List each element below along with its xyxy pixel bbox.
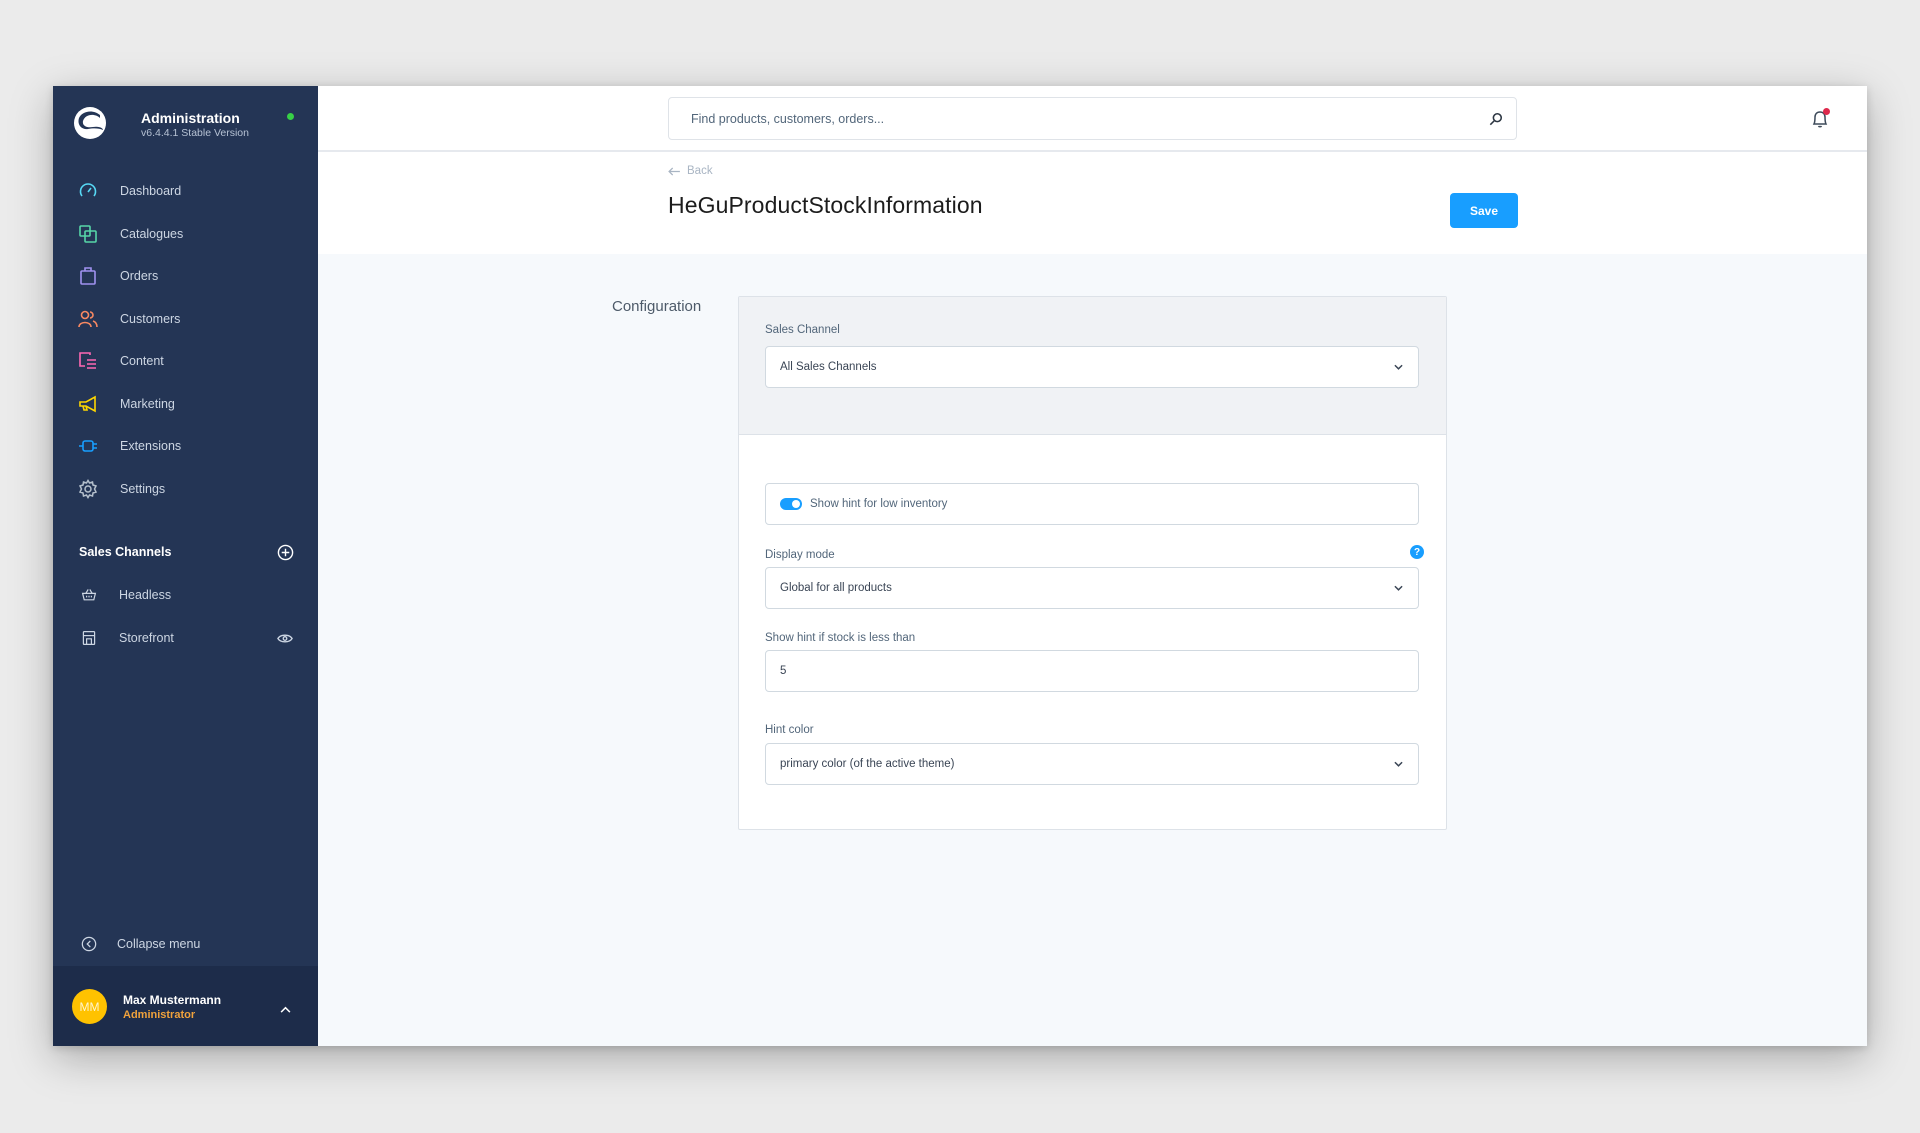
- chevron-down-icon: [1378, 585, 1418, 591]
- sidebar-item-extensions[interactable]: Extensions: [53, 425, 318, 468]
- sidebar-item-label: Marketing: [120, 396, 175, 411]
- help-icon[interactable]: ?: [1410, 545, 1424, 559]
- sidebar-item-label: Orders: [120, 269, 159, 284]
- search-icon[interactable]: [1476, 112, 1516, 126]
- brand-title: Administration: [141, 110, 240, 126]
- configuration-card: Sales Channel All Sales Channels Show hi…: [738, 296, 1447, 830]
- back-link[interactable]: Back: [668, 165, 713, 177]
- avatar: MM: [72, 989, 107, 1024]
- extensions-icon: [78, 436, 98, 456]
- sidebar-item-settings[interactable]: Settings: [53, 468, 318, 511]
- page-header: Back HeGuProductStockInformation Save: [318, 152, 1867, 254]
- catalogues-icon: [78, 224, 98, 244]
- collapse-menu-label: Collapse menu: [117, 937, 201, 951]
- user-role: Administrator: [123, 1009, 196, 1021]
- display-mode-select[interactable]: Global for all products: [765, 567, 1419, 609]
- sidebar-item-label: Settings: [120, 481, 166, 496]
- back-label: Back: [687, 165, 713, 177]
- global-search[interactable]: [668, 97, 1517, 140]
- user-menu[interactable]: MM Max Mustermann Administrator: [53, 966, 318, 1046]
- threshold-label: Show hint if stock is less than: [765, 632, 916, 644]
- chevron-down-icon: [1378, 761, 1418, 767]
- toggle-label: Show hint for low inventory: [810, 498, 948, 510]
- sales-channel-storefront[interactable]: Storefront: [53, 617, 318, 660]
- brand-version: v6.4.4.1 Stable Version: [141, 127, 249, 139]
- save-button[interactable]: Save: [1450, 193, 1518, 228]
- sales-channel-headless[interactable]: Headless: [53, 574, 318, 617]
- app-window: Administration v6.4.4.1 Stable Version D…: [53, 86, 1867, 1046]
- sidebar-item-content[interactable]: Content: [53, 340, 318, 383]
- status-indicator: [287, 113, 294, 120]
- sidebar-item-label: Catalogues: [120, 226, 184, 241]
- display-mode-label: Display mode: [765, 549, 835, 561]
- storefront-icon: [79, 628, 99, 648]
- sidebar-item-label: Customers: [120, 311, 181, 326]
- shopware-logo-icon: [74, 107, 106, 139]
- section-label: Configuration: [612, 298, 702, 315]
- sidebar-item-customers[interactable]: Customers: [53, 298, 318, 341]
- sidebar-item-catalogues[interactable]: Catalogues: [53, 213, 318, 256]
- sidebar: Administration v6.4.4.1 Stable Version D…: [53, 86, 318, 1046]
- hint-color-label: Hint color: [765, 724, 814, 736]
- marketing-icon: [78, 394, 98, 414]
- chevron-down-icon: [1378, 364, 1418, 370]
- sales-channels-title: Sales Channels: [79, 545, 172, 559]
- low-inventory-toggle[interactable]: [780, 498, 802, 510]
- sidebar-item-label: Dashboard: [120, 184, 182, 199]
- page-title: HeGuProductStockInformation: [668, 192, 983, 218]
- content-icon: [78, 351, 98, 371]
- sales-channel-label: Sales Channel: [765, 324, 840, 336]
- eye-icon[interactable]: [277, 631, 293, 649]
- hint-color-value: primary color (of the active theme): [780, 758, 955, 770]
- top-bar: [318, 86, 1867, 152]
- chevron-left-circle-icon: [79, 934, 99, 954]
- low-inventory-toggle-field: Show hint for low inventory: [765, 483, 1419, 525]
- sidebar-item-label: Content: [120, 354, 164, 369]
- chevron-up-icon[interactable]: [280, 1000, 291, 1018]
- user-name: Max Mustermann: [123, 993, 222, 1007]
- notifications-button[interactable]: [1809, 108, 1831, 130]
- threshold-input[interactable]: [766, 651, 1418, 691]
- brand: Administration v6.4.4.1 Stable Version: [73, 106, 313, 152]
- sales-channel-label: Storefront: [119, 630, 174, 645]
- sidebar-item-marketing[interactable]: Marketing: [53, 383, 318, 426]
- search-input[interactable]: [669, 111, 1476, 126]
- sidebar-item-label: Extensions: [120, 439, 182, 454]
- settings-icon: [78, 478, 98, 499]
- sidebar-item-dashboard[interactable]: Dashboard: [53, 170, 318, 213]
- hint-color-select[interactable]: primary color (of the active theme): [765, 743, 1419, 785]
- add-sales-channel-icon[interactable]: [277, 544, 294, 561]
- display-mode-value: Global for all products: [780, 582, 892, 594]
- collapse-menu-button[interactable]: Collapse menu: [79, 934, 200, 954]
- sales-channel-select[interactable]: All Sales Channels: [765, 346, 1419, 388]
- customers-icon: [78, 309, 98, 329]
- sales-channel-value: All Sales Channels: [780, 361, 877, 373]
- orders-icon: [78, 266, 98, 286]
- sales-channel-list: Headless Storefront: [53, 574, 318, 659]
- sales-channels-header: Sales Channels: [79, 542, 294, 562]
- sidebar-item-orders[interactable]: Orders: [53, 255, 318, 298]
- notification-badge: [1823, 108, 1830, 115]
- sales-channel-section: Sales Channel All Sales Channels: [739, 297, 1446, 435]
- basket-icon: [79, 585, 99, 605]
- threshold-field[interactable]: [765, 650, 1419, 692]
- dashboard-icon: [78, 181, 98, 201]
- main-nav: Dashboard Catalogues Orders Customers Co…: [53, 170, 318, 510]
- sales-channel-label: Headless: [119, 588, 172, 603]
- arrow-left-icon: [668, 166, 680, 176]
